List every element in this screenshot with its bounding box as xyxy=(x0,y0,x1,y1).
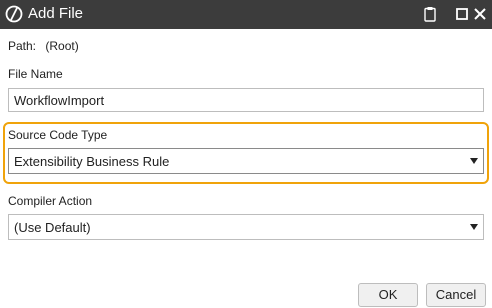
title-bar[interactable]: Add File xyxy=(0,0,492,29)
source-code-type-value: Extensibility Business Rule xyxy=(14,154,170,169)
path-value: (Root) xyxy=(45,39,79,53)
source-code-type-select[interactable]: Extensibility Business Rule xyxy=(8,148,484,174)
compiler-action-select[interactable]: (Use Default) xyxy=(8,214,484,240)
clipboard-icon[interactable] xyxy=(422,6,438,22)
path-label: Path: xyxy=(8,39,37,53)
maximize-icon[interactable] xyxy=(454,6,470,22)
add-file-dialog: Add File Path: (Root) File Name Workflow… xyxy=(0,0,492,308)
onestream-logo-icon xyxy=(5,5,23,23)
path-row: Path: (Root) xyxy=(8,39,79,53)
close-icon[interactable] xyxy=(472,6,488,22)
dropdown-arrow-icon xyxy=(470,224,478,230)
dropdown-arrow-icon xyxy=(470,158,478,164)
window-title: Add File xyxy=(28,5,84,22)
file-name-input[interactable]: WorkflowImport xyxy=(8,88,484,112)
cancel-button[interactable]: Cancel xyxy=(426,283,486,307)
compiler-action-value: (Use Default) xyxy=(14,220,91,235)
file-name-label: File Name xyxy=(8,67,63,81)
source-code-type-label: Source Code Type xyxy=(8,128,108,142)
compiler-action-label: Compiler Action xyxy=(8,194,93,208)
ok-button[interactable]: OK xyxy=(358,283,418,307)
